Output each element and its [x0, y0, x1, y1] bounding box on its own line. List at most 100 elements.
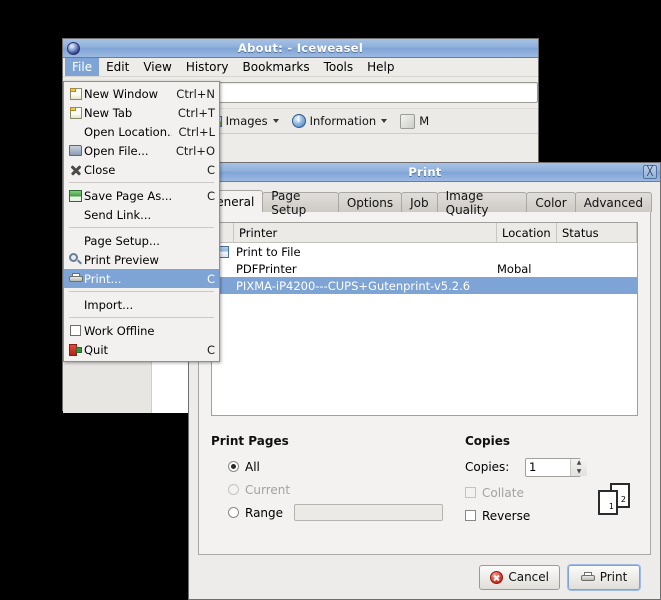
close-icon[interactable]: ╳	[643, 165, 657, 179]
menu-item-label: Quit	[84, 342, 109, 357]
printer-icon	[580, 571, 595, 583]
menu-edit-label: Edit	[106, 60, 130, 74]
menu-item-label: Send Link...	[84, 207, 152, 222]
devbar-misc[interactable]: M	[400, 113, 430, 129]
print-dialog-title: Print	[408, 165, 442, 179]
tab-label: Advanced	[583, 195, 643, 210]
menu-item-label: New Window	[84, 86, 159, 101]
tab-color[interactable]: Color	[526, 192, 576, 212]
titlebar-spacer	[520, 41, 535, 56]
menubar: File Edit View History Bookmarks Tools H…	[63, 58, 538, 77]
tab-options[interactable]: Options	[337, 192, 403, 212]
radio-all-label: All	[245, 459, 260, 474]
menu-item-accel: C	[206, 342, 215, 357]
cancel-button[interactable]: Cancel	[479, 564, 560, 590]
menu-bookmarks[interactable]: Bookmarks	[236, 58, 317, 76]
menu-item-accel: Ctrl+L	[178, 124, 215, 139]
chevron-down-icon	[381, 119, 388, 123]
tab-image-quality[interactable]: Image Quality	[436, 189, 528, 217]
print-dialog-tabs: General Page Setup Options Job Image Qua…	[198, 189, 652, 217]
radio-all-row[interactable]: All	[211, 455, 443, 478]
browser-title: About: - Iceweasel	[237, 41, 364, 55]
preview-page-1: 1	[598, 490, 618, 515]
table-row[interactable]: PIXMA-iP4200---CUPS+Gutenprint-v5.2.6	[212, 277, 637, 294]
menu-item-open-file[interactable]: Open File... Ctrl+O	[64, 141, 219, 160]
print-dialog: Print ╳ General Page Setup Options Job I…	[188, 162, 661, 600]
new-tab-icon	[67, 106, 84, 119]
radio-current-row: Current	[211, 478, 443, 501]
cell-printer: Print to File	[236, 244, 301, 259]
menu-edit[interactable]: Edit	[99, 58, 136, 76]
reverse-row[interactable]: Reverse	[465, 504, 598, 527]
print-button[interactable]: Print	[568, 564, 640, 590]
tab-advanced[interactable]: Advanced	[574, 192, 652, 212]
copies-title: Copies	[465, 434, 511, 448]
devbar-information[interactable]: i Information	[291, 114, 388, 128]
print-pages-section: Print Pages All Current Range	[211, 434, 443, 527]
menu-history[interactable]: History	[179, 58, 236, 76]
close-icon	[67, 164, 84, 176]
stepper-up-icon[interactable]: ▲	[571, 459, 587, 468]
menu-item-new-tab[interactable]: New Tab Ctrl+T	[64, 103, 219, 122]
table-row[interactable]: Print to File	[212, 243, 637, 260]
stepper-down-icon[interactable]: ▼	[571, 467, 587, 476]
pages-preview-icon: 2 1	[598, 483, 632, 515]
radio-range-icon[interactable]	[228, 507, 239, 518]
printer-list-header: Printer Location Status	[212, 223, 637, 243]
menu-item-save-page-as[interactable]: Save Page As... C	[64, 186, 219, 205]
print-dialog-body: General Page Setup Options Job Image Qua…	[189, 182, 660, 599]
quit-icon	[67, 343, 84, 356]
copies-section: Copies Copies: ▲ ▼	[443, 434, 638, 527]
menu-view[interactable]: View	[136, 58, 178, 76]
reverse-label: Reverse	[482, 508, 531, 523]
menu-help[interactable]: Help	[360, 58, 401, 76]
radio-range-row[interactable]: Range	[211, 501, 443, 524]
menu-history-label: History	[185, 60, 229, 74]
range-input[interactable]	[294, 504, 443, 521]
cube-icon	[400, 113, 416, 129]
general-options: Print Pages All Current Range Copies Cop…	[211, 434, 638, 527]
copies-input[interactable]	[526, 458, 570, 476]
reverse-checkbox[interactable]	[465, 510, 476, 521]
menu-file[interactable]: File	[65, 58, 100, 76]
browser-titlebar: About: - Iceweasel	[63, 39, 538, 58]
menu-item-print-preview[interactable]: Print Preview	[64, 250, 219, 269]
tab-label: Options	[346, 195, 394, 210]
menu-item-label: Open Location...	[84, 124, 173, 139]
stepper-buttons[interactable]: ▲ ▼	[570, 458, 587, 476]
menu-tools[interactable]: Tools	[317, 58, 361, 76]
tab-page-setup[interactable]: Page Setup	[262, 189, 339, 217]
menu-item-work-offline[interactable]: Work Offline	[64, 321, 219, 340]
menu-file-label: File	[72, 60, 93, 74]
menu-item-open-location[interactable]: Open Location... Ctrl+L	[64, 122, 219, 141]
menu-separator	[69, 291, 214, 292]
menu-item-label: Close	[84, 162, 116, 177]
tab-job[interactable]: Job	[401, 192, 438, 212]
print-button-label: Print	[599, 570, 628, 584]
menu-item-print[interactable]: Print... C	[64, 269, 219, 288]
menu-item-label: Import...	[84, 297, 134, 312]
menu-item-quit[interactable]: Quit C	[64, 340, 219, 359]
menu-item-new-window[interactable]: New Window Ctrl+N	[64, 84, 219, 103]
menu-view-label: View	[143, 60, 172, 74]
devbar-misc-label: M	[419, 114, 430, 128]
table-row[interactable]: PDFPrinter Mobal	[212, 260, 637, 277]
copies-label: Copies:	[465, 460, 510, 474]
tab-label: Image Quality	[445, 188, 489, 217]
radio-all-icon[interactable]	[228, 461, 239, 472]
copies-row: Copies: ▲ ▼	[465, 455, 638, 479]
radio-current-icon	[228, 484, 239, 495]
menu-item-label: Print Preview	[84, 252, 159, 267]
copies-stepper[interactable]: ▲ ▼	[525, 457, 587, 477]
menu-item-send-link[interactable]: Send Link...	[64, 205, 219, 224]
radio-range-label: Range	[245, 505, 284, 520]
cell-printer: PDFPrinter	[236, 261, 297, 276]
printer-list[interactable]: Printer Location Status Print to File PD…	[211, 222, 638, 416]
globe-icon	[66, 41, 81, 56]
menu-item-import[interactable]: Import...	[64, 295, 219, 314]
menu-item-close[interactable]: Close C	[64, 160, 219, 179]
menu-item-page-setup[interactable]: Page Setup...	[64, 231, 219, 250]
column-status: Status	[557, 223, 637, 242]
print-dialog-titlebar: Print ╳	[189, 163, 660, 182]
menu-tools-label: Tools	[323, 60, 354, 74]
